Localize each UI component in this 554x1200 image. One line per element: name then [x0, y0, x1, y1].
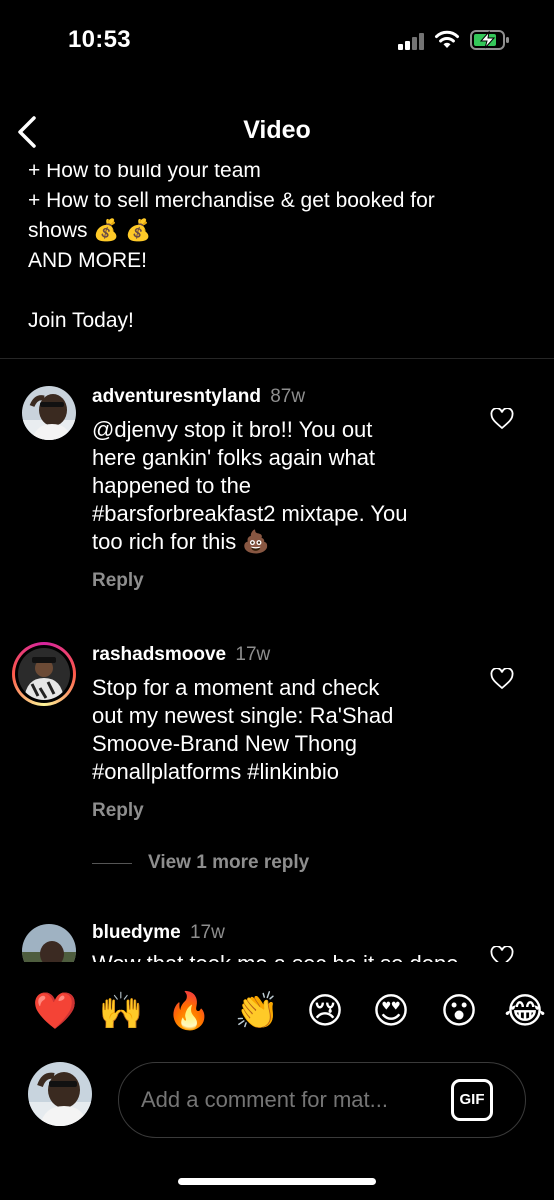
emoji-reaction-bar: ❤️ 🙌 🔥 👏 😢 😍 😮 😂 — [0, 982, 554, 1042]
gif-button[interactable]: GIF — [451, 1079, 493, 1121]
caption-line: + How to build your team — [28, 164, 261, 182]
comment-text-line: happened to the — [92, 473, 252, 498]
wifi-icon — [435, 30, 459, 48]
comment-composer: GIF — [0, 1060, 554, 1140]
status-bar: 10:53 — [0, 0, 554, 84]
post-caption: + How to build your team + How to sell m… — [28, 164, 528, 336]
like-heart-icon[interactable] — [490, 408, 514, 430]
avatar[interactable] — [22, 924, 76, 962]
comment-text: @djenvy stop it bro!! You out here ganki… — [92, 416, 472, 556]
view-more-replies-button[interactable]: View 1 more reply — [92, 852, 309, 874]
like-heart-icon[interactable] — [490, 668, 514, 690]
emoji-crying-face[interactable]: 😢 — [300, 982, 350, 1042]
comment-header: bluedyme 17w — [92, 922, 225, 944]
caption-line — [28, 276, 528, 306]
comment-text-line: #onallplatforms #linkinbio — [92, 759, 340, 784]
emoji-clapping-hands[interactable]: 👏 — [232, 982, 282, 1042]
emoji-fire[interactable]: 🔥 — [164, 982, 214, 1042]
caption-divider — [0, 358, 554, 359]
emoji-surprised-face[interactable]: 😮 — [434, 982, 484, 1042]
reply-button[interactable]: Reply — [92, 800, 144, 822]
emoji-raising-hands[interactable]: 🙌 — [96, 982, 146, 1042]
home-indicator — [178, 1178, 376, 1185]
comment-text-line: Wow that took me a sec ha it so dope — [92, 950, 472, 962]
emoji-heart-eyes[interactable]: 😍 — [366, 982, 416, 1042]
comment-item: adventuresntyland 87w @djenvy stop it br… — [0, 382, 554, 602]
battery-charging-icon — [470, 30, 509, 50]
comment-header: adventuresntyland 87w — [92, 386, 305, 408]
comment-username[interactable]: adventuresntyland — [92, 386, 261, 407]
comment-time: 17w — [235, 644, 271, 665]
view-more-replies-label: View 1 more reply — [148, 852, 310, 873]
comment-text-line: out my newest single: Ra'Shad — [92, 703, 394, 728]
comment-text-line: too rich for this 💩 — [92, 529, 270, 554]
comment-username[interactable]: bluedyme — [92, 922, 181, 943]
like-heart-icon[interactable] — [490, 946, 514, 962]
comments-scroll-area[interactable]: + How to build your team + How to sell m… — [0, 164, 554, 962]
comment-input[interactable] — [141, 1087, 411, 1113]
page-title: Video — [243, 116, 311, 144]
comment-text: Wow that took me a sec ha it so dope — [92, 950, 472, 962]
comment-item: rashadsmoove 17w Stop for a moment and c… — [0, 640, 554, 880]
caption-line: AND MORE! — [28, 249, 148, 272]
comment-header: rashadsmoove 17w — [92, 644, 270, 666]
comment-text-line: @djenvy stop it bro!! You out — [92, 417, 373, 442]
comment-item: bluedyme 17w Wow that took me a sec ha i… — [0, 920, 554, 962]
reply-button[interactable]: Reply — [92, 570, 144, 592]
comment-username[interactable]: rashadsmoove — [92, 644, 226, 665]
story-ring-avatar[interactable] — [12, 642, 76, 706]
comment-text-line: Stop for a moment and check — [92, 675, 380, 700]
avatar[interactable] — [22, 386, 76, 440]
caption-line: shows 💰 💰 — [28, 219, 152, 242]
current-user-avatar[interactable] — [28, 1062, 92, 1126]
comment-text: Stop for a moment and check out my newes… — [92, 674, 472, 786]
navigation-bar: Video — [0, 100, 554, 164]
caption-line: Join Today! — [28, 309, 134, 332]
cellular-signal-icon — [398, 32, 426, 50]
emoji-red-heart[interactable]: ❤️ — [30, 982, 80, 1042]
emoji-tears-of-joy[interactable]: 😂 — [500, 982, 550, 1042]
caption-line: + How to sell merchandise & get booked f… — [28, 189, 435, 212]
status-time: 10:53 — [68, 26, 131, 53]
comment-text-line: here gankin' folks again what — [92, 445, 376, 470]
comment-input-container: GIF — [118, 1062, 526, 1138]
comment-time: 87w — [270, 386, 306, 407]
comment-text-line: Smoove-Brand New Thong — [92, 731, 357, 756]
comment-time: 17w — [189, 922, 225, 943]
thread-line — [92, 862, 132, 864]
comment-text-line: #barsforbreakfast2 mixtape. You — [92, 501, 408, 526]
